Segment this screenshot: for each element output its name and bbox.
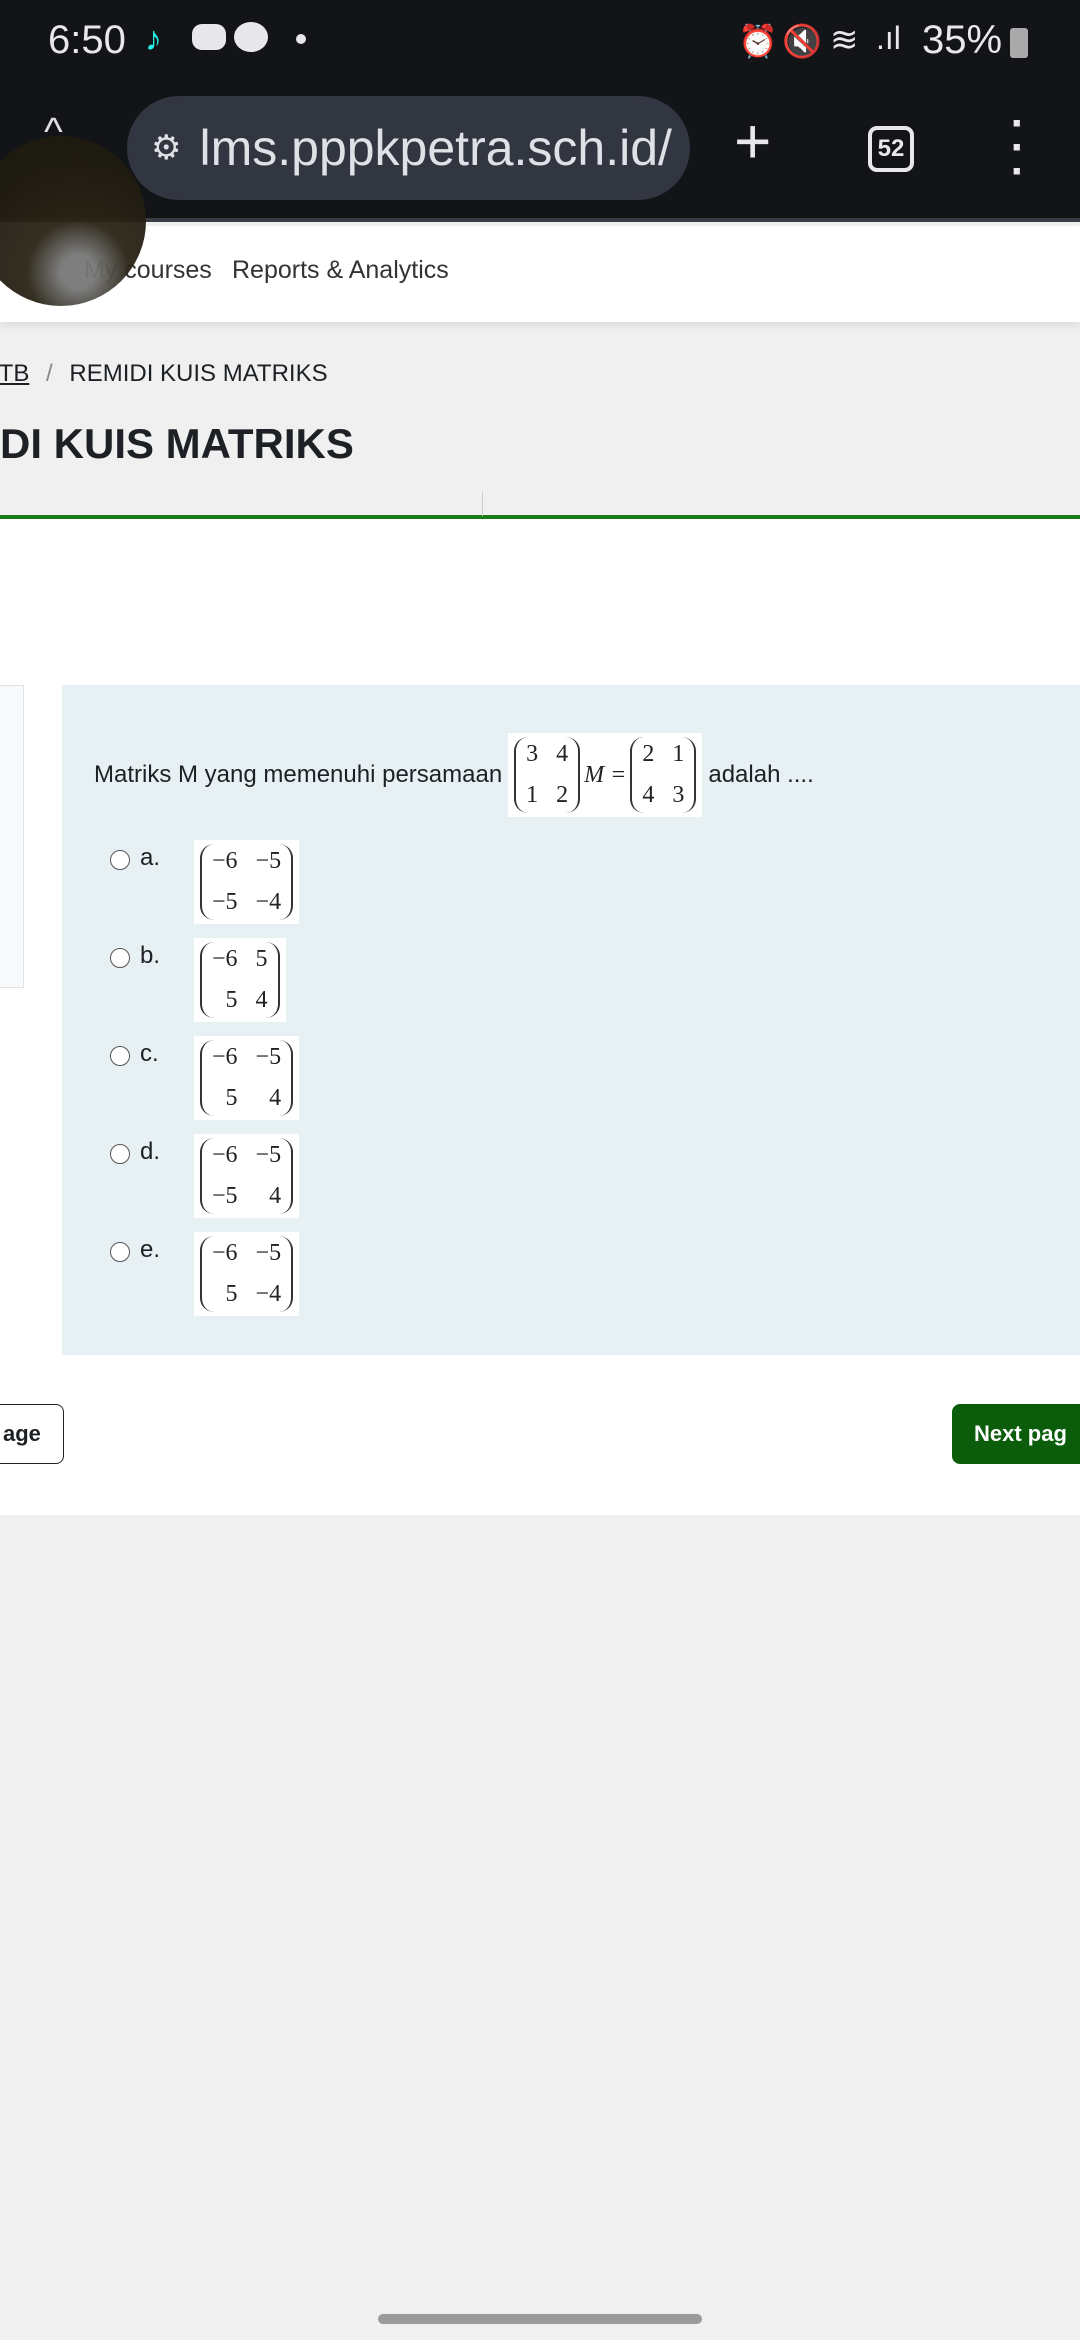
previous-page-button[interactable]: age — [0, 1404, 64, 1464]
divider — [482, 492, 483, 516]
matrix: −6 −5 −5 4 — [200, 1138, 294, 1214]
option-matrix-image: −6 −5 −5 4 — [194, 1134, 300, 1218]
answer-option-a[interactable]: a. −6 −5 −5 −4 — [110, 840, 300, 924]
breadcrumb-current: REMIDI KUIS MATRIKS — [69, 360, 328, 387]
matrix: −6 −5 −5 −4 — [200, 844, 294, 920]
option-matrix-image: −6 5 5 4 — [194, 938, 286, 1022]
matrix-cell: −5 — [255, 1142, 282, 1168]
matrix-cell: −5 — [255, 1240, 282, 1266]
matrix: −6 −5 5 −4 — [200, 1236, 294, 1312]
status-bar: 6:50 ♪ ⏰ 🔇 ≋ .ıl 35% — [0, 0, 1080, 100]
breadcrumb-separator: / — [46, 360, 53, 387]
option-matrix-image: −6 −5 5 4 — [194, 1036, 300, 1120]
clock: 6:50 — [48, 18, 126, 62]
question-prefix: Matriks M yang memenuhi persamaan — [94, 761, 503, 788]
radio-button[interactable] — [110, 1046, 130, 1066]
signal-icon: .ıl — [876, 20, 901, 56]
matrix: −6 −5 5 4 — [200, 1040, 294, 1116]
equation-image: 34 12 M = 21 43 — [508, 733, 703, 817]
matrix: 34 12 — [514, 737, 581, 813]
breadcrumb: ITB / REMIDI KUIS MATRIKS — [0, 360, 328, 388]
matrix-cell: 4 — [255, 987, 268, 1013]
page-title: DI KUIS MATRIKS — [0, 420, 354, 467]
tiktok-icon: ♪ — [145, 20, 162, 58]
question-box: Matriks M yang memenuhi persamaan 34 12 … — [62, 685, 1080, 1355]
answer-option-e[interactable]: e. −6 −5 5 −4 — [110, 1232, 300, 1316]
battery-percent: 35% — [922, 18, 1003, 62]
nav-reports-analytics[interactable]: Reports & Analytics — [232, 256, 449, 285]
option-matrix-image: −6 −5 5 −4 — [194, 1232, 300, 1316]
matrix-cell: −5 — [255, 848, 282, 874]
matrix-cell: 5 — [255, 946, 268, 972]
radio-button[interactable] — [110, 1242, 130, 1262]
question-info-card — [0, 685, 24, 988]
option-label: d. — [140, 1138, 161, 1165]
option-label: a. — [140, 844, 161, 871]
option-label: c. — [140, 1040, 159, 1067]
breadcrumb-parent[interactable]: ITB — [0, 360, 29, 387]
line-icon — [234, 22, 268, 52]
top-navigation: My courses Reports & Analytics — [0, 226, 1080, 322]
matrix-cell: −6 — [212, 1044, 238, 1070]
battery-icon — [1010, 28, 1028, 58]
option-matrix-image: −6 −5 −5 −4 — [194, 840, 300, 924]
matrix-cell: 4 — [269, 1085, 282, 1111]
matrix-cell: −5 — [255, 1044, 282, 1070]
answer-option-d[interactable]: d. −6 −5 −5 4 — [110, 1134, 300, 1218]
radio-button[interactable] — [110, 1144, 130, 1164]
matrix-cell: 5 — [225, 1085, 238, 1111]
browser-toolbar: ^ ⚙ lms.pppkpetra.sch.id/ + 52 · · · — [0, 96, 1080, 222]
matrix-cell: −4 — [255, 1281, 282, 1307]
radio-button[interactable] — [110, 850, 130, 870]
matrix-cell: −5 — [212, 889, 238, 915]
radio-button[interactable] — [110, 948, 130, 968]
matrix-cell: −6 — [212, 946, 238, 972]
question-text: Matriks M yang memenuhi persamaan 34 12 … — [94, 733, 814, 817]
answer-option-b[interactable]: b. −6 5 5 4 — [110, 938, 286, 1022]
question-suffix: adalah .... — [708, 761, 814, 788]
equation-variable: M = — [584, 761, 627, 788]
notification-dot-icon — [296, 34, 306, 44]
matrix-cell: 4 — [269, 1183, 282, 1209]
matrix-cell: −6 — [212, 1142, 238, 1168]
alarm-icon: ⏰ — [738, 23, 778, 59]
mute-icon: 🔇 — [782, 23, 822, 59]
home-indicator[interactable] — [378, 2314, 702, 2324]
answer-option-c[interactable]: c. −6 −5 5 4 — [110, 1036, 300, 1120]
option-label: b. — [140, 942, 161, 969]
discord-icon — [192, 24, 226, 50]
matrix-cell: −5 — [212, 1183, 238, 1209]
url-text: lms.pppkpetra.sch.id/ — [199, 120, 672, 176]
address-bar[interactable]: ⚙ lms.pppkpetra.sch.id/ — [127, 96, 690, 200]
matrix-cell: −6 — [212, 1240, 238, 1266]
tab-switcher-button[interactable]: 52 — [868, 126, 914, 172]
tab-underline — [0, 515, 1080, 519]
matrix-cell: 5 — [225, 1281, 238, 1307]
menu-icon[interactable]: · · · — [1004, 102, 1032, 194]
next-page-button[interactable]: Next pag — [952, 1404, 1080, 1464]
matrix-cell: −6 — [212, 848, 238, 874]
matrix: 21 43 — [630, 737, 697, 813]
matrix-cell: 5 — [225, 987, 238, 1013]
new-tab-icon[interactable]: + — [734, 104, 771, 178]
option-label: e. — [140, 1236, 161, 1263]
site-settings-icon[interactable]: ⚙ — [151, 128, 181, 168]
matrix-cell: −4 — [255, 889, 282, 915]
matrix: −6 5 5 4 — [200, 942, 280, 1018]
wifi-icon: ≋ — [830, 21, 859, 59]
